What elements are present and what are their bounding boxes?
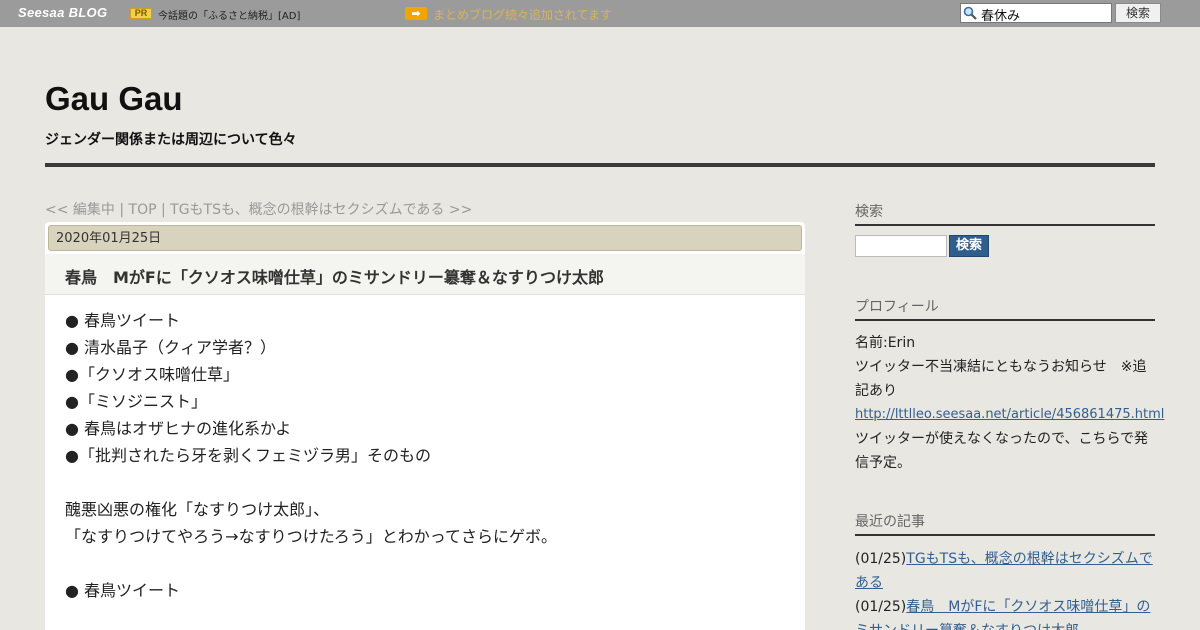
article-navigation[interactable]: << 編集中 | TOP | TGもTSも、概念の根幹はセクシズムである >> bbox=[45, 199, 472, 219]
article-line: 「なすりつけてやろう→なすりつけたろう」とわかってさらにゲボ。 bbox=[65, 527, 557, 546]
sidebar-profile: プロフィール 名前:Erin ツイッター不当凍結にともなうお知らせ ※追記あり … bbox=[855, 296, 1164, 475]
article-title-bar: 春鳥 MがFに「クソオス味噌仕草」のミサンドリー簒奪＆なすりつけ太郎 bbox=[45, 254, 805, 295]
logo-blog-text: BLOG bbox=[68, 5, 108, 20]
sidebar-recent-posts: 最近の記事 (01/25)TGもTSも、概念の根幹はセクシズムである (01/2… bbox=[855, 511, 1155, 630]
profile-link[interactable]: http://lttlleo.seesaa.net/article/456861… bbox=[855, 403, 1164, 427]
profile-after: ツイッターが使えなくなったので、こちらで発信予定。 bbox=[855, 431, 1149, 471]
blog-title[interactable]: Gau Gau bbox=[45, 80, 183, 118]
article-line bbox=[65, 550, 785, 577]
article-title[interactable]: 春鳥 MがFに「クソオス味噌仕草」のミサンドリー簒奪＆なすりつけ太郎 bbox=[65, 264, 604, 288]
article-line: ●「クソオス味噌仕草」 bbox=[65, 365, 239, 384]
article-line: ● 春鳥ツイート bbox=[65, 311, 181, 330]
logo-seesaa-text: Seesaa bbox=[18, 5, 65, 20]
article-line: ●「批判されたら牙を剥くフェミヅラ男」そのもの bbox=[65, 446, 431, 465]
sidebar-recent-heading: 最近の記事 bbox=[855, 511, 1155, 536]
article: 2020年01月25日 春鳥 MがFに「クソオス味噌仕草」のミサンドリー簒奪＆な… bbox=[45, 222, 805, 630]
article-line: ● 清水晶子（クィア学者？） bbox=[65, 338, 277, 357]
pr-badge: PR bbox=[130, 8, 152, 19]
article-line: ●「ミソジニスト」 bbox=[65, 392, 207, 411]
top-search-input[interactable]: 春休み bbox=[960, 3, 1112, 24]
profile-name: 名前:Erin bbox=[855, 335, 916, 351]
sidebar-search-heading: 検索 bbox=[855, 201, 1155, 226]
sidebar-search-input[interactable] bbox=[855, 235, 947, 257]
top-search-button[interactable]: 検索 bbox=[1115, 3, 1161, 23]
seesaa-topbar: Seesaa BLOG PR 今話題の「ふるさと納税」[AD] ➡ まとめブログ続… bbox=[0, 0, 1200, 27]
sidebar-search: 検索 検索 bbox=[855, 201, 1155, 261]
recent-post-item: (01/25)春鳥 MがFに「クソオス味噌仕草」のミサンドリー簒奪＆なすりつけ太… bbox=[855, 595, 1155, 630]
article-line: ● 春鳥はオザヒナの進化系かよ bbox=[65, 419, 292, 438]
article-line: 醜悪凶悪の権化「なすりつけ太郎」、 bbox=[65, 500, 330, 519]
sidebar-profile-heading: プロフィール bbox=[855, 296, 1155, 321]
seesaa-blog-logo[interactable]: Seesaa BLOG bbox=[18, 5, 107, 20]
recent-post-item: (01/25)TGもTSも、概念の根幹はセクシズムである bbox=[855, 547, 1155, 595]
search-icon bbox=[963, 6, 977, 20]
article-line bbox=[65, 469, 785, 496]
header-divider bbox=[45, 163, 1155, 167]
arrow-right-icon: ➡ bbox=[405, 7, 427, 20]
sidebar-search-button[interactable]: 検索 bbox=[949, 235, 989, 257]
recent-post-date: (01/25) bbox=[855, 599, 907, 615]
article-date: 2020年01月25日 bbox=[48, 225, 802, 251]
article-line: ● 春鳥ツイート bbox=[65, 581, 181, 600]
pr-ad-link[interactable]: 今話題の「ふるさと納税」[AD] bbox=[158, 7, 300, 22]
top-search-value: 春休み bbox=[981, 9, 1021, 24]
blog-description: ジェンダー関係または周辺について色々 bbox=[45, 132, 297, 148]
recent-post-date: (01/25) bbox=[855, 551, 907, 567]
article-body: ● 春鳥ツイート ● 清水晶子（クィア学者？） ●「クソオス味噌仕草」 ●「ミソ… bbox=[65, 307, 785, 604]
news-link[interactable]: まとめブログ続々追加されてます bbox=[433, 6, 612, 23]
profile-notice: ツイッター不当凍結にともなうお知らせ ※追記あり bbox=[855, 359, 1147, 399]
